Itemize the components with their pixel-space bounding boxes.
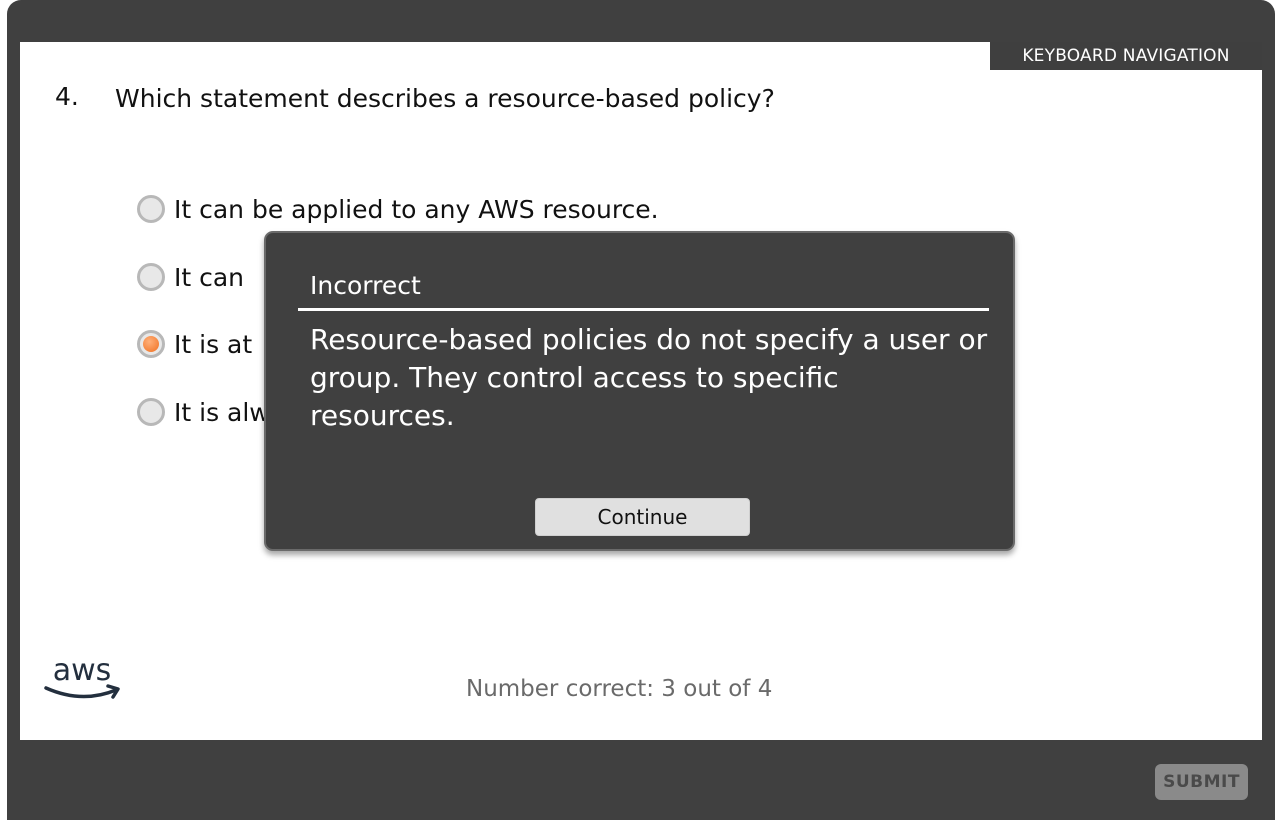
- answer-option-3[interactable]: It is at: [137, 327, 252, 361]
- answer-option-label: It can: [174, 262, 245, 292]
- answer-option-2[interactable]: It can: [137, 260, 244, 294]
- aws-logo-text: aws: [53, 654, 112, 688]
- answer-option-label: It can be applied to any AWS resource.: [174, 194, 659, 224]
- question-number: 4.: [55, 82, 79, 111]
- submit-button[interactable]: SUBMIT: [1155, 764, 1248, 800]
- score-text: Number correct: 3 out of 4: [466, 676, 773, 702]
- answer-option-4[interactable]: It is alw: [137, 395, 270, 429]
- aws-logo: aws: [44, 654, 120, 699]
- radio-button[interactable]: [137, 263, 165, 291]
- selected-dot: [143, 336, 159, 352]
- answer-option-label: It is alw: [174, 397, 270, 427]
- radio-button[interactable]: [137, 398, 165, 426]
- radio-button[interactable]: [137, 195, 165, 223]
- continue-button[interactable]: Continue: [535, 498, 750, 536]
- feedback-message: Resource-based policies do not specify a…: [310, 323, 988, 432]
- answer-option-1[interactable]: It can be applied to any AWS resource.: [137, 192, 659, 226]
- keyboard-navigation-button[interactable]: KEYBOARD NAVIGATION: [990, 42, 1262, 70]
- bottom-toolbar: [20, 740, 1262, 820]
- radio-button-selected[interactable]: [137, 330, 165, 358]
- question-text: Which statement describes a resource-bas…: [115, 84, 775, 113]
- feedback-title: Incorrect: [310, 271, 421, 300]
- answer-option-label: It is at: [174, 329, 253, 359]
- feedback-dialog: Incorrect Resource-based policies do not…: [264, 231, 1015, 551]
- title-divider: [298, 308, 989, 311]
